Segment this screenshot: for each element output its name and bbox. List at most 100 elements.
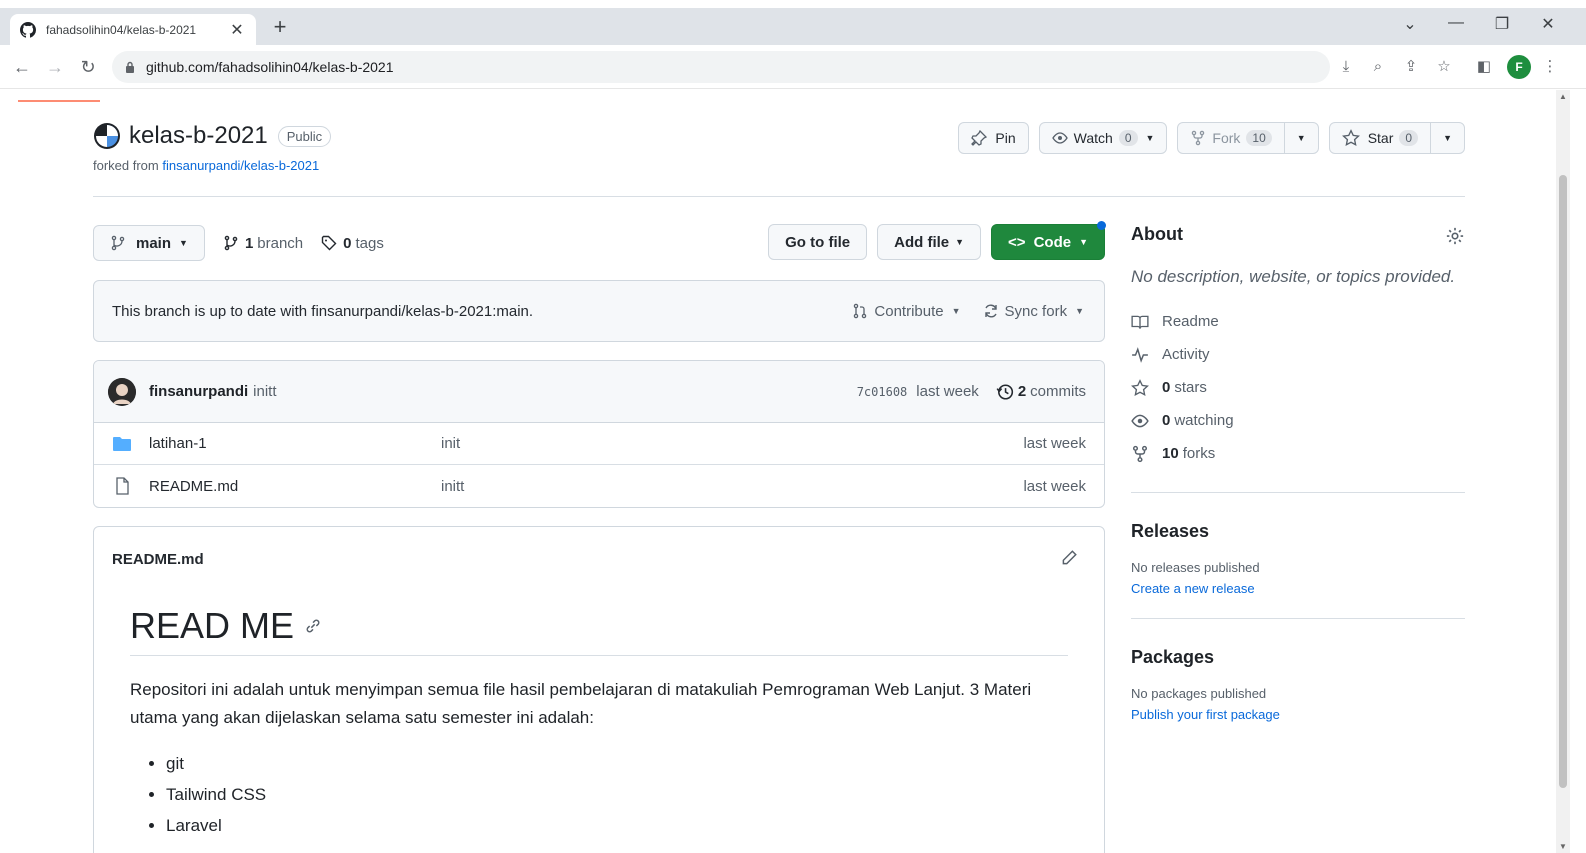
star-button[interactable]: Star 0 ▼ (1328, 122, 1465, 154)
code-button[interactable]: <> Code ▼ (991, 221, 1106, 260)
new-tab-button[interactable]: + (268, 16, 292, 38)
commit-time[interactable]: last week (916, 383, 979, 400)
minimize-icon[interactable]: — (1444, 14, 1468, 32)
stars-count: 0 (1162, 379, 1171, 396)
maximize-icon[interactable]: ❐ (1490, 14, 1514, 34)
forks-label: forks (1182, 445, 1216, 462)
releases-title[interactable]: Releases (1131, 521, 1465, 542)
bookmark-star-icon[interactable]: ☆ (1434, 57, 1454, 77)
contribute-button[interactable]: Contribute ▼ (852, 303, 961, 320)
sync-status-bar: This branch is up to date with finsanurp… (93, 280, 1105, 342)
repo-name[interactable]: kelas-b-2021 (129, 122, 268, 150)
branch-icon (111, 235, 125, 251)
side-panel-icon[interactable]: ◧ (1474, 57, 1494, 77)
chevron-down-icon: ▼ (1443, 133, 1452, 143)
reload-icon[interactable]: ↻ (76, 55, 100, 79)
file-name[interactable]: README.md (149, 478, 441, 495)
file-row[interactable]: README.md initt last week (94, 465, 1104, 507)
file-browser: finsanurpandi initt 7c01608 last week 2 … (93, 360, 1105, 508)
repo-actions: Pin Watch 0 ▼ Fork 10 ▼ Star 0 ▼ (958, 122, 1465, 154)
install-icon[interactable]: ⤓ (1336, 57, 1356, 77)
forks-count: 10 (1162, 445, 1179, 462)
tab-close-icon[interactable]: ✕ (228, 20, 246, 40)
browser-tab[interactable]: fahadsolihin04/kelas-b-2021 ✕ (10, 14, 256, 45)
star-counter: 0 (1399, 130, 1419, 146)
tags-count: 0 (343, 234, 352, 252)
folder-icon (113, 436, 131, 451)
commit-author[interactable]: finsanurpandi (149, 383, 248, 400)
list-item: Laravel (166, 810, 1068, 841)
pin-button[interactable]: Pin (958, 122, 1029, 154)
address-bar[interactable]: github.com/fahadsolihin04/kelas-b-2021 (112, 51, 1330, 83)
list-item: git (166, 748, 1068, 779)
pin-label: Pin (995, 130, 1016, 146)
link-icon[interactable] (304, 617, 322, 635)
branch-selector[interactable]: main ▼ (93, 225, 205, 261)
stars-link[interactable]: 0 stars (1131, 371, 1465, 404)
chevron-down-icon: ▼ (1075, 306, 1084, 316)
scrollbar-thumb[interactable] (1559, 175, 1567, 788)
file-row[interactable]: latihan-1 init last week (94, 423, 1104, 465)
share-icon[interactable]: ⇪ (1401, 57, 1421, 77)
main-column: main ▼ 1 branch 0 tags Go to file Add fi… (93, 221, 1106, 853)
pencil-icon[interactable] (1060, 549, 1078, 567)
packages-title[interactable]: Packages (1131, 647, 1465, 668)
readme-link[interactable]: Readme (1131, 305, 1465, 338)
file-commit-message[interactable]: init (441, 435, 460, 452)
scroll-down-icon[interactable]: ▼ (1559, 842, 1567, 851)
forked-from: forked from finsanurpandi/kelas-b-2021 (93, 158, 1465, 173)
tags-label: tags (355, 234, 384, 252)
url-text: github.com/fahadsolihin04/kelas-b-2021 (146, 59, 394, 75)
go-to-file-button[interactable]: Go to file (768, 224, 868, 260)
commit-message[interactable]: initt (253, 383, 276, 400)
branch-toolbar: main ▼ 1 branch 0 tags Go to file Add fi… (93, 221, 1106, 262)
branches-label: branch (257, 234, 304, 252)
branches-link[interactable]: 1 branch (223, 235, 303, 252)
watch-label: Watch (1073, 130, 1113, 146)
activity-link[interactable]: Activity (1131, 338, 1465, 371)
gear-icon[interactable] (1445, 226, 1465, 246)
readme-filename[interactable]: README.md (112, 551, 204, 568)
add-file-button[interactable]: Add file ▼ (877, 224, 982, 260)
publish-package-link[interactable]: Publish your first package (1131, 707, 1465, 722)
book-icon (1131, 315, 1149, 329)
watching-link[interactable]: 0 watching (1131, 404, 1465, 437)
fork-dropdown[interactable]: ▼ (1283, 123, 1318, 153)
sync-status-text: This branch is up to date with finsanurp… (112, 302, 534, 320)
tab-title: fahadsolihin04/kelas-b-2021 (46, 22, 197, 37)
star-dropdown[interactable]: ▼ (1430, 123, 1464, 153)
commit-author-avatar[interactable] (108, 377, 136, 406)
file-icon (116, 477, 129, 495)
close-window-icon[interactable]: ✕ (1536, 14, 1560, 34)
back-icon[interactable]: ← (10, 55, 34, 79)
file-time: last week (1023, 435, 1086, 452)
tab-search-icon[interactable]: ⌄ (1398, 14, 1422, 34)
notification-dot (1097, 221, 1106, 230)
stars-label: stars (1174, 379, 1207, 396)
scroll-up-icon[interactable]: ▲ (1559, 92, 1567, 101)
tags-link[interactable]: 0 tags (321, 235, 384, 252)
branch-icon (224, 235, 238, 251)
profile-avatar[interactable]: F (1507, 55, 1531, 79)
owner-avatar[interactable] (93, 122, 121, 150)
history-icon (996, 383, 1013, 400)
commits-link[interactable]: 2 commits (996, 383, 1086, 401)
file-commit-message[interactable]: initt (441, 478, 464, 495)
file-name[interactable]: latihan-1 (149, 435, 441, 452)
forks-link[interactable]: 10 forks (1131, 437, 1465, 470)
create-release-link[interactable]: Create a new release (1131, 581, 1465, 596)
watch-button[interactable]: Watch 0 ▼ (1038, 122, 1168, 154)
eye-icon (1051, 132, 1068, 144)
fork-button[interactable]: Fork 10 ▼ (1177, 122, 1319, 154)
zoom-icon[interactable]: ⌕ (1368, 57, 1388, 77)
menu-icon[interactable]: ⋮ (1540, 57, 1560, 77)
latest-commit-row: finsanurpandi initt 7c01608 last week 2 … (94, 361, 1104, 423)
commit-sha[interactable]: 7c01608 (857, 385, 908, 399)
page-scrollbar[interactable]: ▲ ▼ (1556, 90, 1570, 853)
forked-from-link[interactable]: finsanurpandi/kelas-b-2021 (162, 158, 319, 173)
forward-icon[interactable]: → (43, 55, 67, 79)
sync-fork-button[interactable]: Sync fork ▼ (983, 303, 1084, 320)
star-label: Star (1367, 130, 1394, 146)
activity-link-label: Activity (1162, 346, 1210, 363)
person-icon (108, 377, 136, 406)
